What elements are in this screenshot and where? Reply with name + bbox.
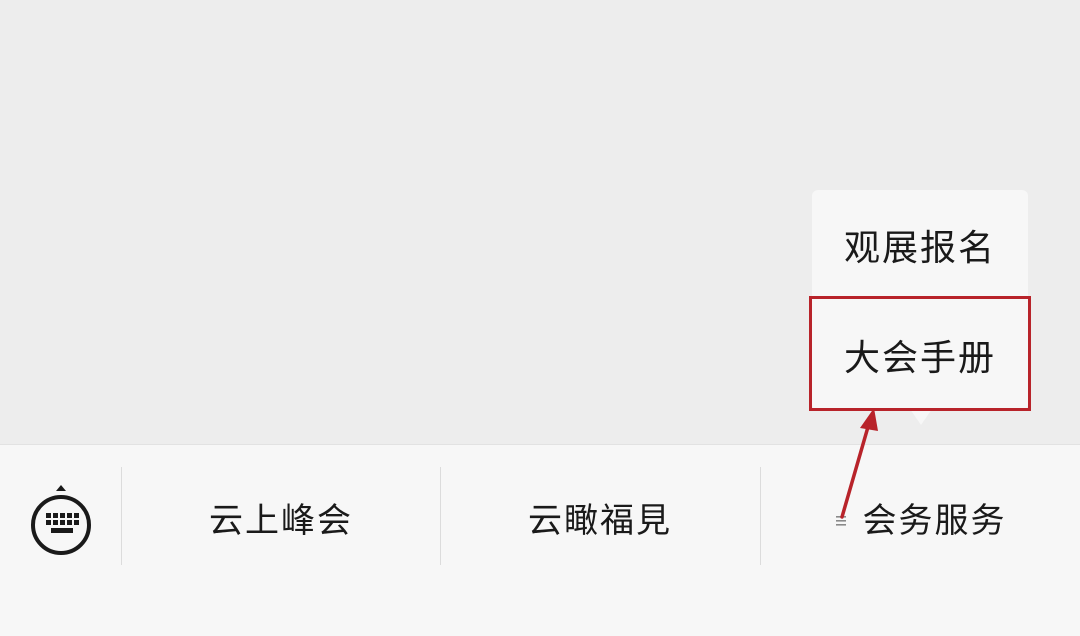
tab-conference-services[interactable]: 会务服务	[761, 445, 1080, 590]
tab-label: 云上峰会	[209, 501, 353, 541]
tab-label: 云瞰福見	[528, 501, 672, 541]
tab-cloud-view[interactable]: 云瞰福見	[441, 445, 759, 590]
submenu-item-label: 观展报名	[843, 228, 996, 269]
bottom-menu-bar: 云上峰会 云瞰福見 会务服务	[0, 444, 1080, 636]
submenu-item-label: 大会手册	[843, 338, 996, 379]
submenu-caret	[910, 409, 932, 425]
tab-cloud-summit[interactable]: 云上峰会	[122, 445, 440, 590]
tab-label: 会务服务	[862, 501, 1007, 541]
submenu-item-exhibition-registration[interactable]: 观展报名	[812, 190, 1028, 300]
service-submenu: 观展报名 大会手册	[812, 190, 1028, 410]
submenu-item-conference-handbook[interactable]: 大会手册	[812, 300, 1028, 410]
keyboard-toggle-button[interactable]	[0, 445, 121, 595]
keyboard-icon	[30, 485, 91, 555]
menu-lines-icon	[835, 515, 846, 526]
